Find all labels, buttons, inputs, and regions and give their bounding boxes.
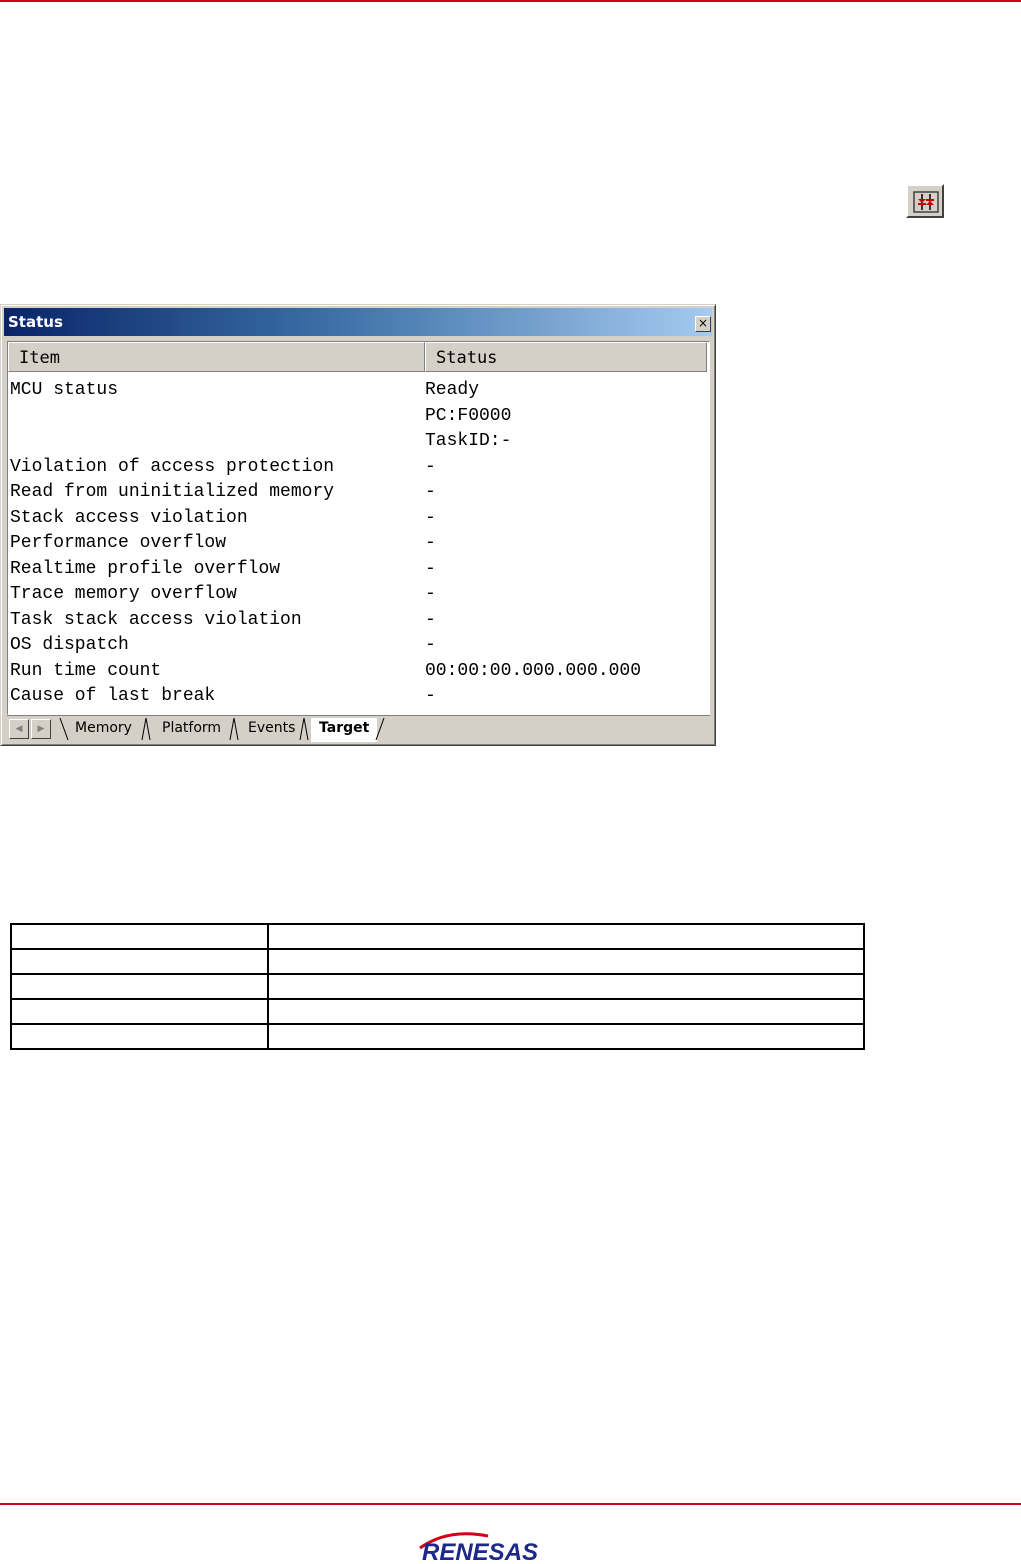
table-cell: [267, 973, 865, 1000]
tab-scroll-left-button[interactable]: ◀: [9, 719, 29, 739]
list-item-status: Ready: [425, 380, 480, 400]
list-item-status: -: [425, 635, 436, 655]
list-item: Task stack access violation: [10, 609, 302, 630]
top-red-rule: [0, 0, 1021, 2]
list-item-status: -: [425, 507, 436, 528]
document-table: [10, 923, 865, 1050]
window-title: Status: [8, 313, 63, 331]
list-item: OS dispatch: [10, 635, 129, 655]
bottom-red-rule: [0, 1503, 1021, 1505]
table-cell: [10, 923, 269, 950]
table-row: [10, 948, 865, 975]
table-cell: [10, 973, 269, 1000]
status-window: Status × Item Status MCU status Ready PC:F…: [0, 304, 716, 746]
table-cell: [267, 948, 865, 975]
list-item-status: -: [425, 609, 436, 630]
list-item: Performance overflow: [10, 533, 227, 553]
table-row: [10, 1023, 865, 1050]
table-cell: [267, 998, 865, 1025]
close-icon: ×: [697, 316, 709, 330]
tab-platform[interactable]: Platform: [162, 718, 221, 740]
tab-events[interactable]: Events: [248, 718, 295, 740]
list-item-status: -: [425, 686, 436, 706]
list-item: Cause of last break: [10, 686, 216, 706]
table-cell: [10, 998, 269, 1025]
list-item-status: 00:00:00.000.000.000: [425, 660, 642, 681]
status-list: Item Status MCU status Ready PC:F0000 TaskI…: [7, 341, 710, 715]
logo-text: RENESAS: [422, 1539, 538, 1562]
tab-divider: [59, 718, 69, 740]
list-item-status: -: [425, 533, 436, 553]
table-row: [10, 923, 865, 950]
tab-divider: [141, 718, 151, 740]
status-toolbar-icon: [906, 184, 944, 218]
table-row: [10, 973, 865, 1000]
tab-divider: [229, 718, 239, 740]
tab-divider: [299, 718, 309, 740]
list-item: MCU status: [10, 380, 119, 400]
sliders-icon: [911, 189, 941, 215]
list-item-status: -: [425, 482, 436, 502]
arrow-right-icon: ▶: [37, 724, 45, 734]
renesas-logo: RENESAS: [419, 1532, 538, 1562]
tab-scroll-right-button[interactable]: ▶: [31, 719, 51, 739]
arrow-left-icon: ◀: [15, 724, 23, 734]
list-item: Stack access violation: [10, 507, 248, 528]
list-item: Realtime profile overflow: [10, 558, 281, 579]
table-cell: [267, 923, 865, 950]
window-titlebar[interactable]: Status ×: [4, 308, 712, 336]
tab-divider: [375, 718, 385, 740]
tab-bar: ◀ ▶ Memory Platform Events Target: [7, 715, 710, 742]
list-item-status: TaskID:-: [425, 431, 512, 451]
list-item-status: PC:F0000: [425, 405, 512, 426]
table-cell: [10, 948, 269, 975]
list-item: Trace memory overflow: [10, 584, 237, 604]
table-row: [10, 998, 865, 1025]
column-header-status[interactable]: Status: [425, 342, 707, 372]
table-cell: [267, 1023, 865, 1050]
list-item-status: -: [425, 456, 436, 477]
list-item: Read from uninitialized memory: [10, 482, 335, 502]
list-item-status: -: [425, 558, 436, 579]
list-item: Run time count: [10, 660, 162, 681]
list-item-status: -: [425, 584, 436, 604]
tab-target[interactable]: Target: [311, 718, 378, 742]
list-item: Violation of access protection: [10, 456, 335, 477]
table-cell: [10, 1023, 269, 1050]
tab-memory[interactable]: Memory: [75, 718, 132, 740]
column-header-item[interactable]: Item: [8, 342, 425, 372]
close-button[interactable]: ×: [695, 316, 711, 332]
